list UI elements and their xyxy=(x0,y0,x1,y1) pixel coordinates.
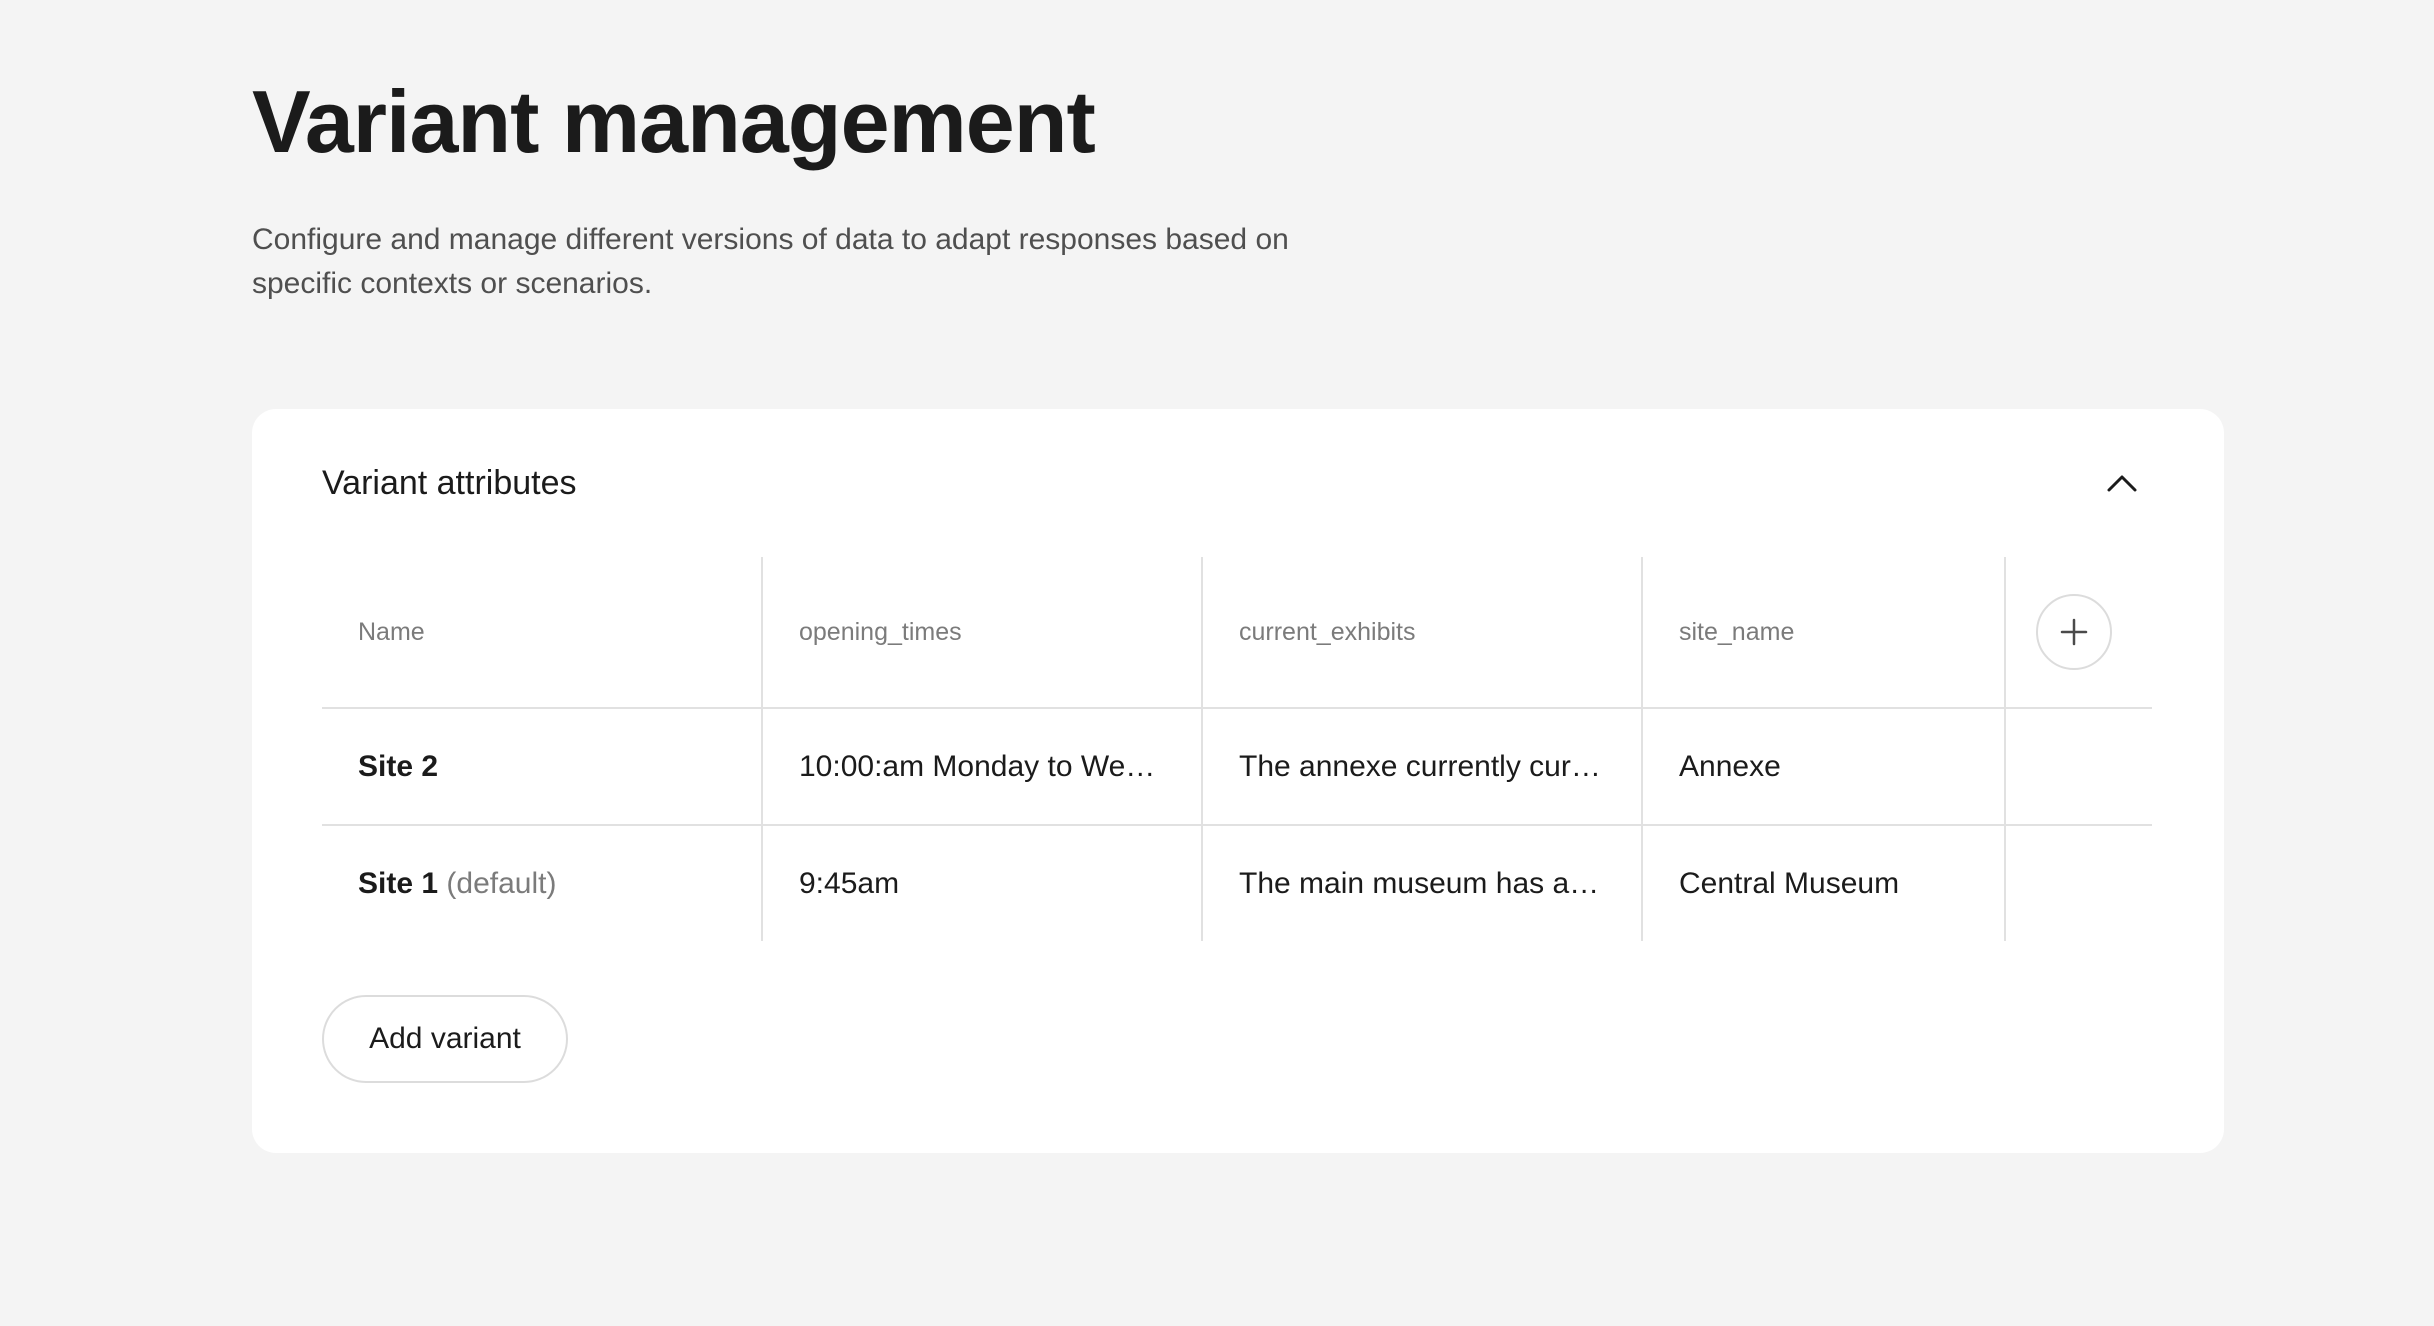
page-description: Configure and manage different versions … xyxy=(252,223,1289,300)
cell-opening-times[interactable]: 9:45am xyxy=(762,825,1203,941)
table-header-row: Name opening_times current_exhibits site… xyxy=(322,557,2152,709)
chevron-up-icon xyxy=(2107,475,2137,492)
variant-name: Site 2 xyxy=(358,749,439,783)
column-header-current-exhibits[interactable]: current_exhibits xyxy=(1202,557,1643,709)
add-column-button[interactable] xyxy=(2036,594,2112,670)
page-header: Variant management Configure and manage … xyxy=(252,64,1652,306)
card-title: Variant attributes xyxy=(322,464,577,502)
variants-table-wrapper: Name opening_times current_exhibits site… xyxy=(322,557,2152,941)
plus-icon xyxy=(2060,618,2088,646)
cell-opening-times[interactable]: 10:00:am Monday to Wed… xyxy=(762,708,1203,826)
cell-current-exhibits[interactable]: The annexe currently curr… xyxy=(1202,708,1643,826)
default-tag: (default) xyxy=(446,866,557,900)
variant-name: Site 1 xyxy=(358,866,439,900)
variant-attributes-card: Variant attributes Name opening_times cu… xyxy=(252,409,2224,1153)
cell-empty xyxy=(2005,825,2152,941)
cell-name[interactable]: Site 2 xyxy=(322,708,763,826)
table-row[interactable]: Site 2 10:00:am Monday to Wed… The annex… xyxy=(322,708,2152,826)
column-header-site-name[interactable]: site_name xyxy=(1642,557,2006,709)
cell-empty xyxy=(2005,708,2152,826)
cell-site-name[interactable]: Annexe xyxy=(1642,708,2006,826)
column-header-name: Name xyxy=(322,557,763,709)
column-header-opening-times[interactable]: opening_times xyxy=(762,557,1203,709)
add-column-cell xyxy=(2005,557,2152,709)
page-title: Variant management xyxy=(252,72,1096,171)
cell-name[interactable]: Site 1 (default) xyxy=(322,825,763,941)
add-variant-button[interactable]: Add variant xyxy=(322,995,568,1083)
cell-site-name[interactable]: Central Museum xyxy=(1642,825,2006,941)
table-row[interactable]: Site 1 (default) 9:45am The main museum … xyxy=(322,825,2152,941)
cell-current-exhibits[interactable]: The main museum has an… xyxy=(1202,825,1643,941)
collapse-button[interactable] xyxy=(2100,461,2144,505)
variants-table: Name opening_times current_exhibits site… xyxy=(322,557,2152,941)
